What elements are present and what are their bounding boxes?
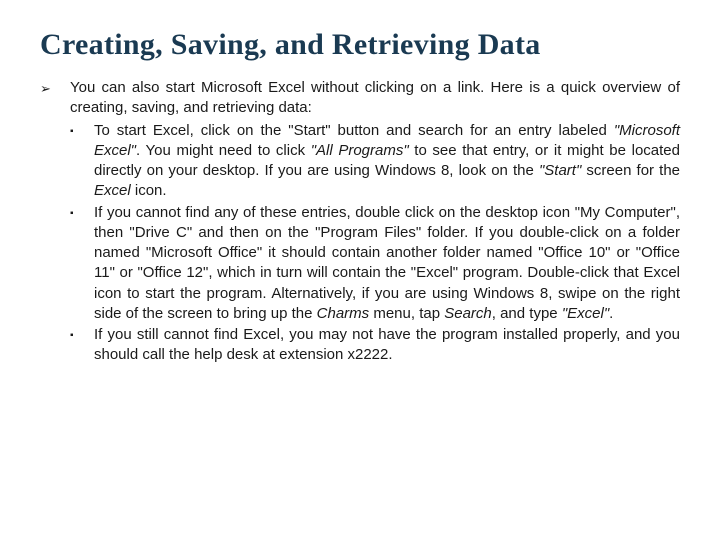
intro-text: You can also start Microsoft Excel witho…	[70, 78, 680, 119]
text-run: To start Excel, click on the "Start" but…	[94, 122, 614, 139]
text-run-italic: Charms	[317, 305, 370, 322]
text-run: menu, tap	[369, 305, 444, 322]
text-run: screen for the	[581, 162, 680, 179]
bullet-text: To start Excel, click on the "Start" but…	[94, 121, 680, 202]
text-run: , and type	[492, 305, 562, 322]
list-item: ➢ You can also start Microsoft Excel wit…	[40, 78, 680, 119]
text-run-italic: Excel	[94, 182, 131, 199]
text-run-italic: "Start"	[539, 162, 581, 179]
text-run: icon.	[131, 182, 167, 199]
text-run-italic: Search	[444, 305, 492, 322]
list-item: ▪ If you still cannot find Excel, you ma…	[70, 325, 680, 366]
slide-container: Creating, Saving, and Retrieving Data ➢ …	[0, 0, 720, 540]
text-run: .	[609, 305, 613, 322]
arrow-bullet-icon: ➢	[40, 78, 70, 119]
bullet-text: If you cannot find any of these entries,…	[94, 203, 680, 325]
square-bullet-icon: ▪	[70, 121, 94, 202]
page-title: Creating, Saving, and Retrieving Data	[40, 28, 680, 62]
list-item: ▪ To start Excel, click on the "Start" b…	[70, 121, 680, 202]
square-bullet-icon: ▪	[70, 325, 94, 366]
text-run: . You might need to click	[136, 142, 311, 159]
content-body: ➢ You can also start Microsoft Excel wit…	[40, 78, 680, 366]
text-run-italic: "Excel"	[562, 305, 609, 322]
text-run-italic: "All Programs"	[311, 142, 409, 159]
list-item: ▪ If you cannot find any of these entrie…	[70, 203, 680, 325]
square-bullet-icon: ▪	[70, 203, 94, 325]
bullet-text: If you still cannot find Excel, you may …	[94, 325, 680, 366]
